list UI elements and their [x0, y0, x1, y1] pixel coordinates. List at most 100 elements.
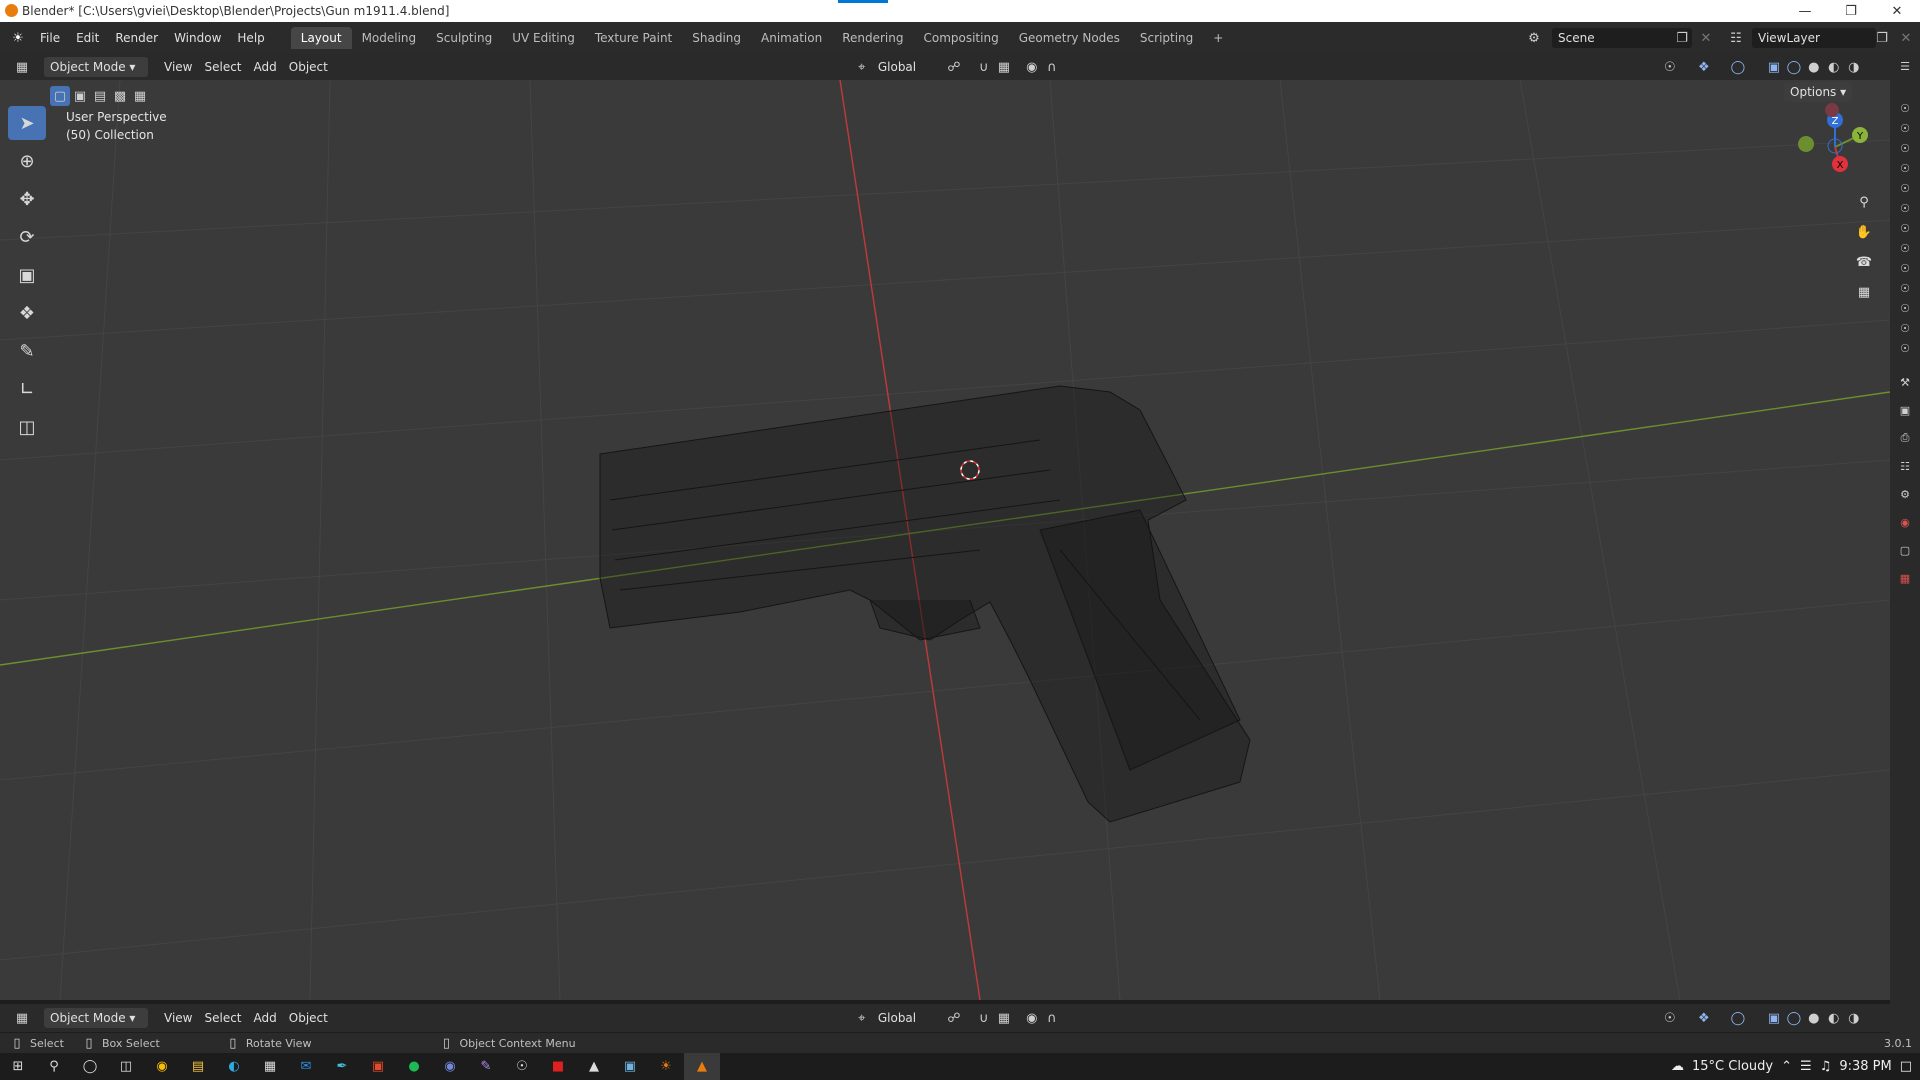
perspective-toggle-icon[interactable]: ▦	[1852, 280, 1876, 304]
falloff-icon[interactable]: ∩	[1042, 57, 1062, 77]
xray-toggle-icon[interactable]: ▣	[1764, 57, 1784, 77]
tab-layout[interactable]: Layout	[290, 27, 352, 49]
proportional-editing-icon-bottom[interactable]: ◉	[1022, 1008, 1042, 1028]
rotate-tool-icon[interactable]: ⟳	[8, 220, 46, 254]
camera-toggle-icon[interactable]: ☉	[1890, 118, 1920, 138]
add-menu[interactable]: Add	[248, 57, 283, 77]
blender-taskbar-icon[interactable]: ☀	[648, 1053, 684, 1080]
cortana-icon[interactable]: ◯	[72, 1053, 108, 1080]
menu-help[interactable]: Help	[229, 27, 272, 49]
gizmo-toggle-icon-bottom[interactable]: ❖	[1694, 1008, 1714, 1028]
orientation-dropdown-bottom[interactable]: Global	[872, 1008, 932, 1028]
object-mode-dropdown[interactable]: Object Mode ▾	[44, 57, 148, 77]
annotate-tool-icon[interactable]: ✎	[8, 334, 46, 368]
select-box-tool-icon[interactable]: ➤	[8, 106, 46, 140]
world-properties-icon[interactable]: ◉	[1890, 508, 1920, 536]
solid-shading-icon[interactable]: ●	[1804, 57, 1824, 77]
volume-icon[interactable]: ♫	[1820, 1059, 1832, 1074]
add-menu-bottom[interactable]: Add	[248, 1008, 283, 1028]
select-intersect-icon[interactable]: ▦	[130, 86, 150, 106]
transform-orientation-icon-bottom[interactable]: ⌖	[852, 1008, 872, 1028]
measure-tool-icon[interactable]: ∟	[8, 372, 46, 406]
falloff-icon-bottom[interactable]: ∩	[1042, 1008, 1062, 1028]
camera-toggle-icon[interactable]: ☉	[1890, 218, 1920, 238]
orientation-dropdown[interactable]: Global	[872, 57, 932, 77]
pivot-point-icon[interactable]: ☍	[944, 57, 964, 77]
rendered-shading-icon[interactable]: ◑	[1844, 57, 1864, 77]
blue-app-icon[interactable]: ▣	[612, 1053, 648, 1080]
cursor-tool-icon[interactable]: ⊕	[8, 144, 46, 178]
zoom-icon[interactable]: ⚲	[1852, 190, 1876, 214]
task-view-icon[interactable]: ◫	[108, 1053, 144, 1080]
blender-menu-icon[interactable]: ☀	[8, 28, 28, 48]
object-menu[interactable]: Object	[283, 57, 334, 77]
windows-start-icon[interactable]: ⊞	[0, 1053, 36, 1080]
red-app-icon[interactable]: ■	[540, 1053, 576, 1080]
camera-toggle-icon[interactable]: ☉	[1890, 198, 1920, 218]
restore-button[interactable]: ❐	[1828, 0, 1874, 22]
delete-view-layer-icon[interactable]: ✕	[1896, 28, 1916, 48]
tab-uv-editing[interactable]: UV Editing	[502, 27, 585, 49]
tab-scripting[interactable]: Scripting	[1130, 27, 1203, 49]
camera-toggle-icon[interactable]: ☉	[1890, 278, 1920, 298]
tab-modeling[interactable]: Modeling	[352, 27, 427, 49]
add-workspace-button[interactable]: +	[1203, 27, 1233, 49]
camera-view-icon[interactable]: ☎	[1852, 250, 1876, 274]
3d-viewport[interactable]: ▢ ▣ ▤ ▩ ▦ User Perspective (50) Collecti…	[0, 80, 1890, 1000]
transform-tool-icon[interactable]: ❖	[8, 296, 46, 330]
visibility-icon-bottom[interactable]: ☉	[1660, 1008, 1680, 1028]
camera-toggle-icon[interactable]: ☉	[1890, 238, 1920, 258]
store-icon[interactable]: ▦	[252, 1053, 288, 1080]
clock-time[interactable]: 9:38 PM	[1839, 1059, 1891, 1074]
view-menu-bottom[interactable]: View	[158, 1008, 198, 1028]
object-menu-bottom[interactable]: Object	[283, 1008, 334, 1028]
material-shading-icon[interactable]: ◐	[1824, 57, 1844, 77]
snap-target-icon-bottom[interactable]: ▦	[994, 1008, 1014, 1028]
pen-app-icon[interactable]: ✎	[468, 1053, 504, 1080]
feather-app-icon[interactable]: ✒	[324, 1053, 360, 1080]
notification-icon[interactable]: □	[1900, 1059, 1912, 1074]
spotify-icon[interactable]: ●	[396, 1053, 432, 1080]
blender-active-icon[interactable]: ▲	[684, 1053, 720, 1080]
collection-properties-icon[interactable]: ▢	[1890, 536, 1920, 564]
overlay-toggle-icon[interactable]: ◯	[1728, 57, 1748, 77]
render-properties-icon[interactable]: ▣	[1890, 396, 1920, 424]
wireframe-shading-icon-bottom[interactable]: ◯	[1784, 1008, 1804, 1028]
tab-shading[interactable]: Shading	[682, 27, 751, 49]
gizmo-toggle-icon[interactable]: ❖	[1694, 57, 1714, 77]
tab-compositing[interactable]: Compositing	[913, 27, 1008, 49]
tab-animation[interactable]: Animation	[751, 27, 832, 49]
snap-target-icon[interactable]: ▦	[994, 57, 1014, 77]
discord-icon[interactable]: ◉	[432, 1053, 468, 1080]
mail-icon[interactable]: ✉	[288, 1053, 324, 1080]
weather-text[interactable]: 15°C Cloudy	[1692, 1059, 1773, 1074]
menu-render[interactable]: Render	[107, 27, 166, 49]
camera-toggle-icon[interactable]: ☉	[1890, 258, 1920, 278]
tab-geometry-nodes[interactable]: Geometry Nodes	[1009, 27, 1130, 49]
select-menu[interactable]: Select	[198, 57, 247, 77]
view-layer-properties-icon[interactable]: ☷	[1890, 452, 1920, 480]
camera-toggle-icon[interactable]: ☉	[1890, 158, 1920, 178]
tab-texture-paint[interactable]: Texture Paint	[585, 27, 682, 49]
office-icon[interactable]: ▣	[360, 1053, 396, 1080]
rendered-shading-icon-bottom[interactable]: ◑	[1844, 1008, 1864, 1028]
tab-sculpting[interactable]: Sculpting	[426, 27, 502, 49]
search-icon[interactable]: ⚲	[36, 1053, 72, 1080]
scene-name-field[interactable]: Scene	[1552, 28, 1692, 48]
network-icon[interactable]: ☰	[1800, 1059, 1812, 1074]
select-new-icon[interactable]: ▢	[50, 86, 70, 106]
wireframe-shading-icon[interactable]: ◯	[1784, 57, 1804, 77]
view-menu[interactable]: View	[158, 57, 198, 77]
solid-shading-icon-bottom[interactable]: ●	[1804, 1008, 1824, 1028]
chrome-icon[interactable]: ◉	[144, 1053, 180, 1080]
camera-toggle-icon[interactable]: ☉	[1890, 178, 1920, 198]
steam-icon[interactable]: ☉	[504, 1053, 540, 1080]
view-layer-icon[interactable]: ☷	[1726, 28, 1746, 48]
outliner-icon[interactable]: ☰	[1890, 56, 1920, 76]
proportional-editing-icon[interactable]: ◉	[1022, 57, 1042, 77]
editor-type-icon[interactable]: ▦	[12, 57, 32, 77]
delete-scene-icon[interactable]: ✕	[1696, 28, 1716, 48]
select-extend-icon[interactable]: ▣	[70, 86, 90, 106]
menu-file[interactable]: File	[32, 27, 68, 49]
edge-icon[interactable]: ◐	[216, 1053, 252, 1080]
